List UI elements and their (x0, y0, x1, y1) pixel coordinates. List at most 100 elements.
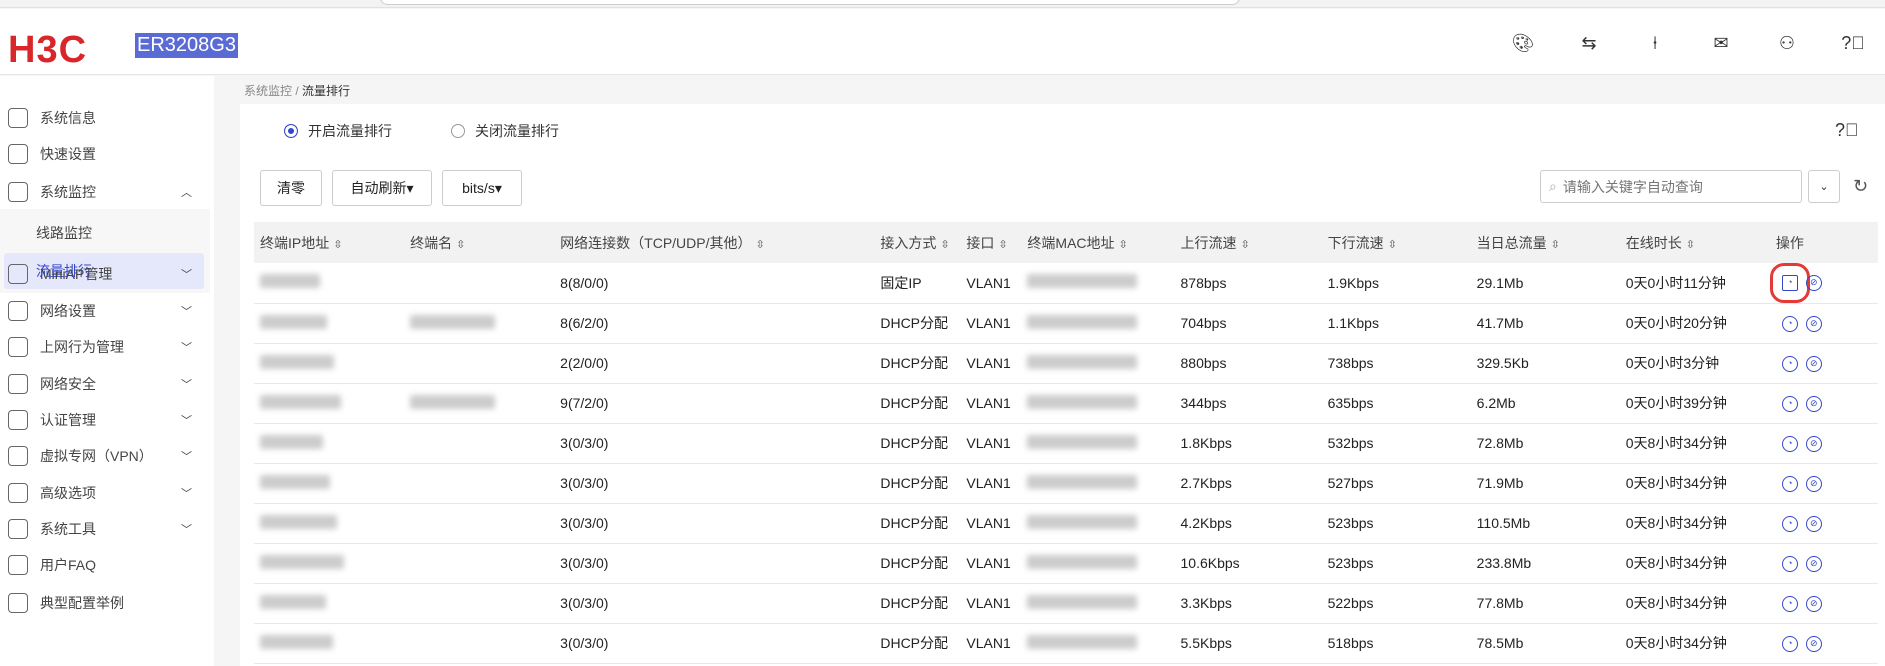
sort-icon[interactable]: ⇳ (1119, 239, 1128, 251)
column-header[interactable]: 下行流速 ⇳ (1321, 222, 1471, 263)
actions-cell: ◔ ⊘ (1769, 583, 1878, 624)
column-header[interactable]: 网络连接数（TCP/UDP/其他） ⇳ (554, 222, 875, 263)
search-input[interactable] (1562, 178, 1783, 195)
table-row: 8(6/2/0) DHCP分配 VLAN1 704bps 1.1Kbps 41.7Mb 0天… (254, 303, 1878, 344)
block-user-icon[interactable]: ⊘ (1805, 515, 1822, 532)
block-user-icon[interactable]: ⊘ (1805, 275, 1822, 292)
address-bar[interactable] (380, 0, 1240, 5)
user-icon[interactable]: ⚇ (1775, 31, 1799, 55)
block-user-icon[interactable]: ⊘ (1805, 315, 1822, 332)
sort-icon[interactable]: ⇳ (998, 239, 1007, 251)
search-box[interactable]: ⌕ (1540, 170, 1802, 203)
speed-limit-icon[interactable]: ◔ (1781, 635, 1798, 652)
column-header[interactable]: 接口 ⇳ (960, 222, 1022, 263)
system-monitor-icon (8, 182, 28, 202)
speed-limit-icon[interactable]: ◔ (1781, 435, 1798, 452)
sidebar-item-3[interactable]: MiniAP管理 ﹀ (0, 257, 214, 291)
radio-checked-icon[interactable] (284, 124, 298, 138)
connections-cell: 3(0/3/0) (554, 543, 875, 584)
guide-icon[interactable]: ⍿ (1643, 31, 1667, 55)
refresh-icon[interactable]: ↻ (1853, 176, 1868, 197)
upload-rate-cell: 1.8Kbps (1174, 423, 1322, 464)
sidebar-item-4[interactable]: 网络设置 ﹀ (0, 294, 214, 328)
block-user-icon[interactable]: ⊘ (1805, 635, 1822, 652)
tools-icon (8, 519, 28, 539)
help-icon[interactable]: ?⃝ (1841, 31, 1865, 55)
sidebar-item-8[interactable]: 虚拟专网（VPN） ﹀ (0, 439, 214, 473)
total-traffic-cell: 110.5Mb (1470, 503, 1620, 544)
palette-icon[interactable]: 🎨︎ (1511, 31, 1535, 55)
online-duration-cell: 0天0小时11分钟 (1619, 263, 1770, 304)
block-user-icon[interactable]: ⊘ (1805, 355, 1822, 372)
sort-icon[interactable]: ⇳ (1388, 239, 1397, 251)
block-user-icon[interactable]: ⊘ (1805, 475, 1822, 492)
sidebar-item-11[interactable]: 用户FAQ (0, 548, 214, 582)
column-header[interactable]: 终端IP地址 ⇳ (254, 222, 405, 263)
message-icon[interactable]: ✉︎ (1709, 31, 1733, 55)
sidebar-item-2[interactable]: 系统监控 ︿ (0, 175, 214, 209)
column-header[interactable]: 终端名 ⇳ (404, 222, 555, 263)
redacted-value (260, 474, 330, 489)
redacted-value (260, 394, 341, 409)
sidebar-item-1[interactable]: 快速设置 (0, 137, 214, 171)
upload-rate-cell: 704bps (1174, 303, 1322, 344)
radio-enable-ranking[interactable]: 开启流量排行 (284, 121, 392, 141)
language-icon[interactable]: ⇆ (1577, 31, 1601, 55)
sort-icon[interactable]: ⇳ (1241, 239, 1250, 251)
block-user-icon[interactable]: ⊘ (1805, 595, 1822, 612)
column-header[interactable]: 在线时长 ⇳ (1619, 222, 1770, 263)
column-header[interactable]: 上行流速 ⇳ (1174, 222, 1322, 263)
sidebar-item-0[interactable]: 系统信息 (0, 101, 214, 135)
chevron-down-icon: ﹀ (181, 524, 192, 536)
auto-refresh-dropdown[interactable]: 自动刷新▾ (332, 170, 432, 206)
redacted-value (410, 314, 496, 329)
block-user-icon[interactable]: ⊘ (1805, 395, 1822, 412)
clear-button[interactable]: 清零 (260, 170, 322, 206)
speed-limit-icon[interactable]: ◔ (1781, 475, 1798, 492)
block-user-icon[interactable]: ⊘ (1805, 555, 1822, 572)
breadcrumb-parent[interactable]: 系统监控 (244, 84, 292, 98)
speed-limit-icon[interactable]: ◔ (1781, 315, 1798, 332)
speed-limit-icon[interactable]: ◔ (1781, 395, 1798, 412)
sidebar-item-6[interactable]: 网络安全 ﹀ (0, 367, 214, 401)
sort-icon[interactable]: ⇳ (756, 239, 765, 251)
sidebar-item-9[interactable]: 高级选项 ﹀ (0, 476, 214, 510)
sort-icon[interactable]: ⇳ (1686, 239, 1695, 251)
speed-limit-icon[interactable]: ◔ (1781, 355, 1798, 372)
sidebar-item-10[interactable]: 系统工具 ﹀ (0, 512, 214, 546)
block-user-icon[interactable]: ⊘ (1805, 435, 1822, 452)
sidebar-subitem-0[interactable]: 线路监控 (4, 215, 204, 251)
search-options-button[interactable]: ⌄ (1808, 170, 1840, 203)
column-header[interactable]: 接入方式 ⇳ (874, 222, 961, 263)
speed-limit-icon[interactable]: ◔ (1769, 263, 1810, 304)
radio-unchecked-icon[interactable] (451, 124, 465, 138)
speed-limit-icon[interactable]: ◔ (1781, 555, 1798, 572)
column-title: 终端MAC地址 (1027, 234, 1115, 251)
sort-icon[interactable]: ⇳ (1551, 239, 1560, 251)
sidebar-item-label: 快速设置 (40, 146, 96, 162)
radio-disable-ranking[interactable]: 关闭流量排行 (451, 121, 559, 141)
unit-dropdown[interactable]: bits/s▾ (442, 170, 522, 206)
speed-limit-icon[interactable]: ◔ (1781, 595, 1798, 612)
sort-icon[interactable]: ⇳ (940, 239, 949, 251)
sort-icon[interactable]: ⇳ (333, 239, 342, 251)
chevron-down-icon: ﹀ (181, 415, 192, 427)
redacted-value (260, 354, 334, 369)
sidebar-item-7[interactable]: 认证管理 ﹀ (0, 403, 214, 437)
sidebar-item-12[interactable]: 典型配置举例 (0, 586, 214, 620)
quick-setup-icon (8, 144, 28, 164)
page-help-icon[interactable]: ?⃝ (1835, 120, 1859, 141)
ip-cell (254, 343, 405, 384)
chevron-down-icon: ﹀ (181, 488, 192, 500)
column-title: 操作 (1775, 234, 1804, 251)
ip-cell (254, 423, 405, 464)
sort-icon[interactable]: ⇳ (456, 239, 465, 251)
download-rate-cell: 532bps (1321, 423, 1471, 464)
column-header[interactable]: 终端MAC地址 ⇳ (1021, 222, 1175, 263)
sidebar-item-5[interactable]: 上网行为管理 ﹀ (0, 330, 214, 364)
column-header[interactable]: 当日总流量 ⇳ (1470, 222, 1620, 263)
interface-cell: VLAN1 (960, 303, 1022, 344)
online-duration-cell: 0天0小时3分钟 (1619, 343, 1770, 384)
connections-cell: 8(8/0/0) (554, 263, 875, 304)
speed-limit-icon[interactable]: ◔ (1781, 515, 1798, 532)
